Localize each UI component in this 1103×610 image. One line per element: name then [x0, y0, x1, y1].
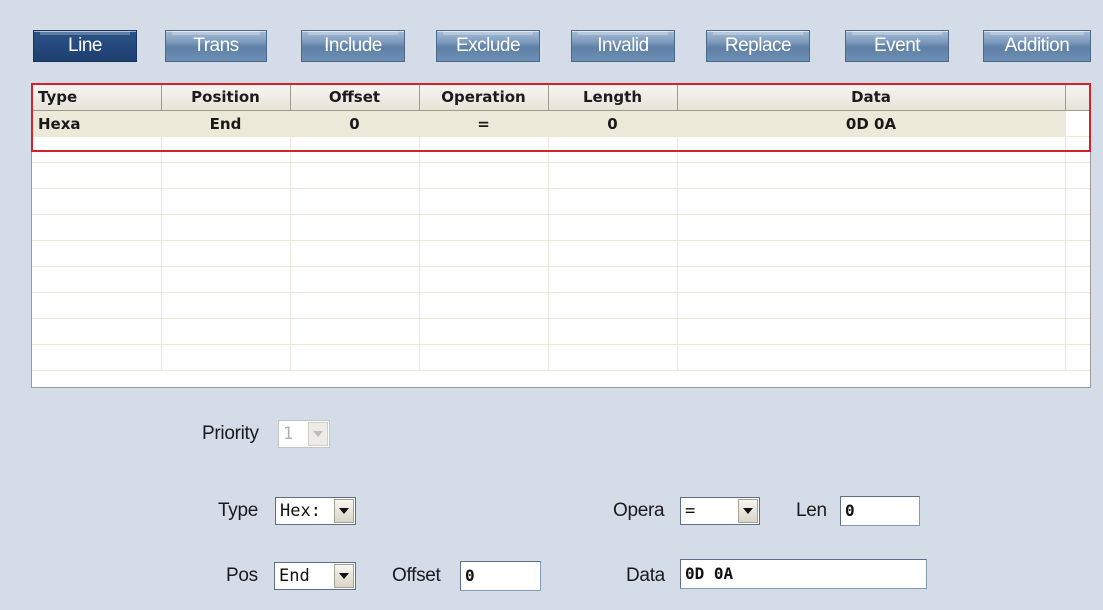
column-header-offset[interactable]: Offset	[290, 84, 420, 111]
priority-select: 1	[278, 420, 330, 448]
empty-row[interactable]	[32, 136, 1090, 163]
tab-trans[interactable]: Trans	[165, 30, 267, 62]
empty-row[interactable]	[32, 162, 1090, 189]
column-header-type[interactable]: Type	[32, 84, 162, 111]
cell-operation: =	[419, 110, 549, 137]
opera-select[interactable]: =	[680, 497, 760, 525]
table-row[interactable]: Hexa End 0 = 0 0D 0A	[32, 110, 1090, 137]
tab-invalid[interactable]: Invalid	[571, 30, 675, 62]
empty-row[interactable]	[32, 318, 1090, 345]
opera-value: =	[685, 501, 696, 521]
tab-label: Event	[873, 35, 921, 56]
pos-label: Pos	[226, 565, 258, 586]
cell-length: 0	[548, 110, 678, 137]
tab-addition[interactable]: Addition	[983, 30, 1091, 62]
column-header-operation[interactable]: Operation	[419, 84, 549, 111]
pos-select[interactable]: End	[274, 562, 356, 590]
empty-row[interactable]	[32, 266, 1090, 293]
column-header-filler	[1065, 84, 1090, 111]
tab-line[interactable]: Line	[33, 30, 137, 62]
column-header-length[interactable]: Length	[548, 84, 678, 111]
cell-offset: 0	[290, 110, 420, 137]
priority-label: Priority	[202, 423, 259, 444]
data-field[interactable]: 0D 0A	[680, 559, 927, 589]
chevron-down-icon[interactable]	[334, 499, 354, 523]
data-label: Data	[626, 565, 665, 586]
tab-event[interactable]: Event	[845, 30, 949, 62]
chevron-down-icon	[308, 422, 328, 446]
type-select[interactable]: Hex:	[275, 497, 356, 525]
opera-label: Opera	[613, 500, 665, 521]
tab-label: Trans	[193, 35, 239, 56]
empty-row[interactable]	[32, 292, 1090, 319]
offset-field[interactable]: 0	[460, 561, 541, 591]
len-field[interactable]: 0	[840, 496, 920, 526]
tab-label: Addition	[1004, 35, 1070, 56]
cell-position: End	[161, 110, 291, 137]
cell-data: 0D 0A	[677, 110, 1066, 137]
tab-label: Replace	[724, 35, 792, 56]
pos-value: End	[279, 566, 310, 586]
empty-row[interactable]	[32, 214, 1090, 241]
tab-label: Exclude	[455, 35, 521, 56]
priority-value: 1	[283, 424, 294, 444]
cell-filler	[1065, 110, 1090, 137]
tab-bar: Line Trans Include Exclude Invalid Repla…	[0, 0, 1103, 80]
offset-label: Offset	[392, 565, 441, 586]
empty-row[interactable]	[32, 188, 1090, 215]
tab-label: Line	[68, 35, 102, 56]
tab-exclude[interactable]: Exclude	[436, 30, 540, 62]
type-value: Hex:	[280, 501, 321, 521]
empty-row[interactable]	[32, 344, 1090, 371]
len-label: Len	[796, 500, 827, 521]
chevron-down-icon[interactable]	[334, 564, 354, 588]
tab-label: Include	[324, 35, 382, 56]
column-header-position[interactable]: Position	[161, 84, 291, 111]
tab-replace[interactable]: Replace	[706, 30, 810, 62]
tab-label: Invalid	[597, 35, 649, 56]
chevron-down-icon[interactable]	[738, 499, 758, 523]
column-header-data[interactable]: Data	[677, 84, 1066, 111]
type-label: Type	[218, 500, 258, 521]
tab-include[interactable]: Include	[301, 30, 405, 62]
empty-row[interactable]	[32, 240, 1090, 267]
cell-type: Hexa	[32, 110, 162, 137]
grid-header-row: Type Position Offset Operation Length Da…	[32, 84, 1090, 111]
rules-grid: Type Position Offset Operation Length Da…	[31, 83, 1091, 388]
